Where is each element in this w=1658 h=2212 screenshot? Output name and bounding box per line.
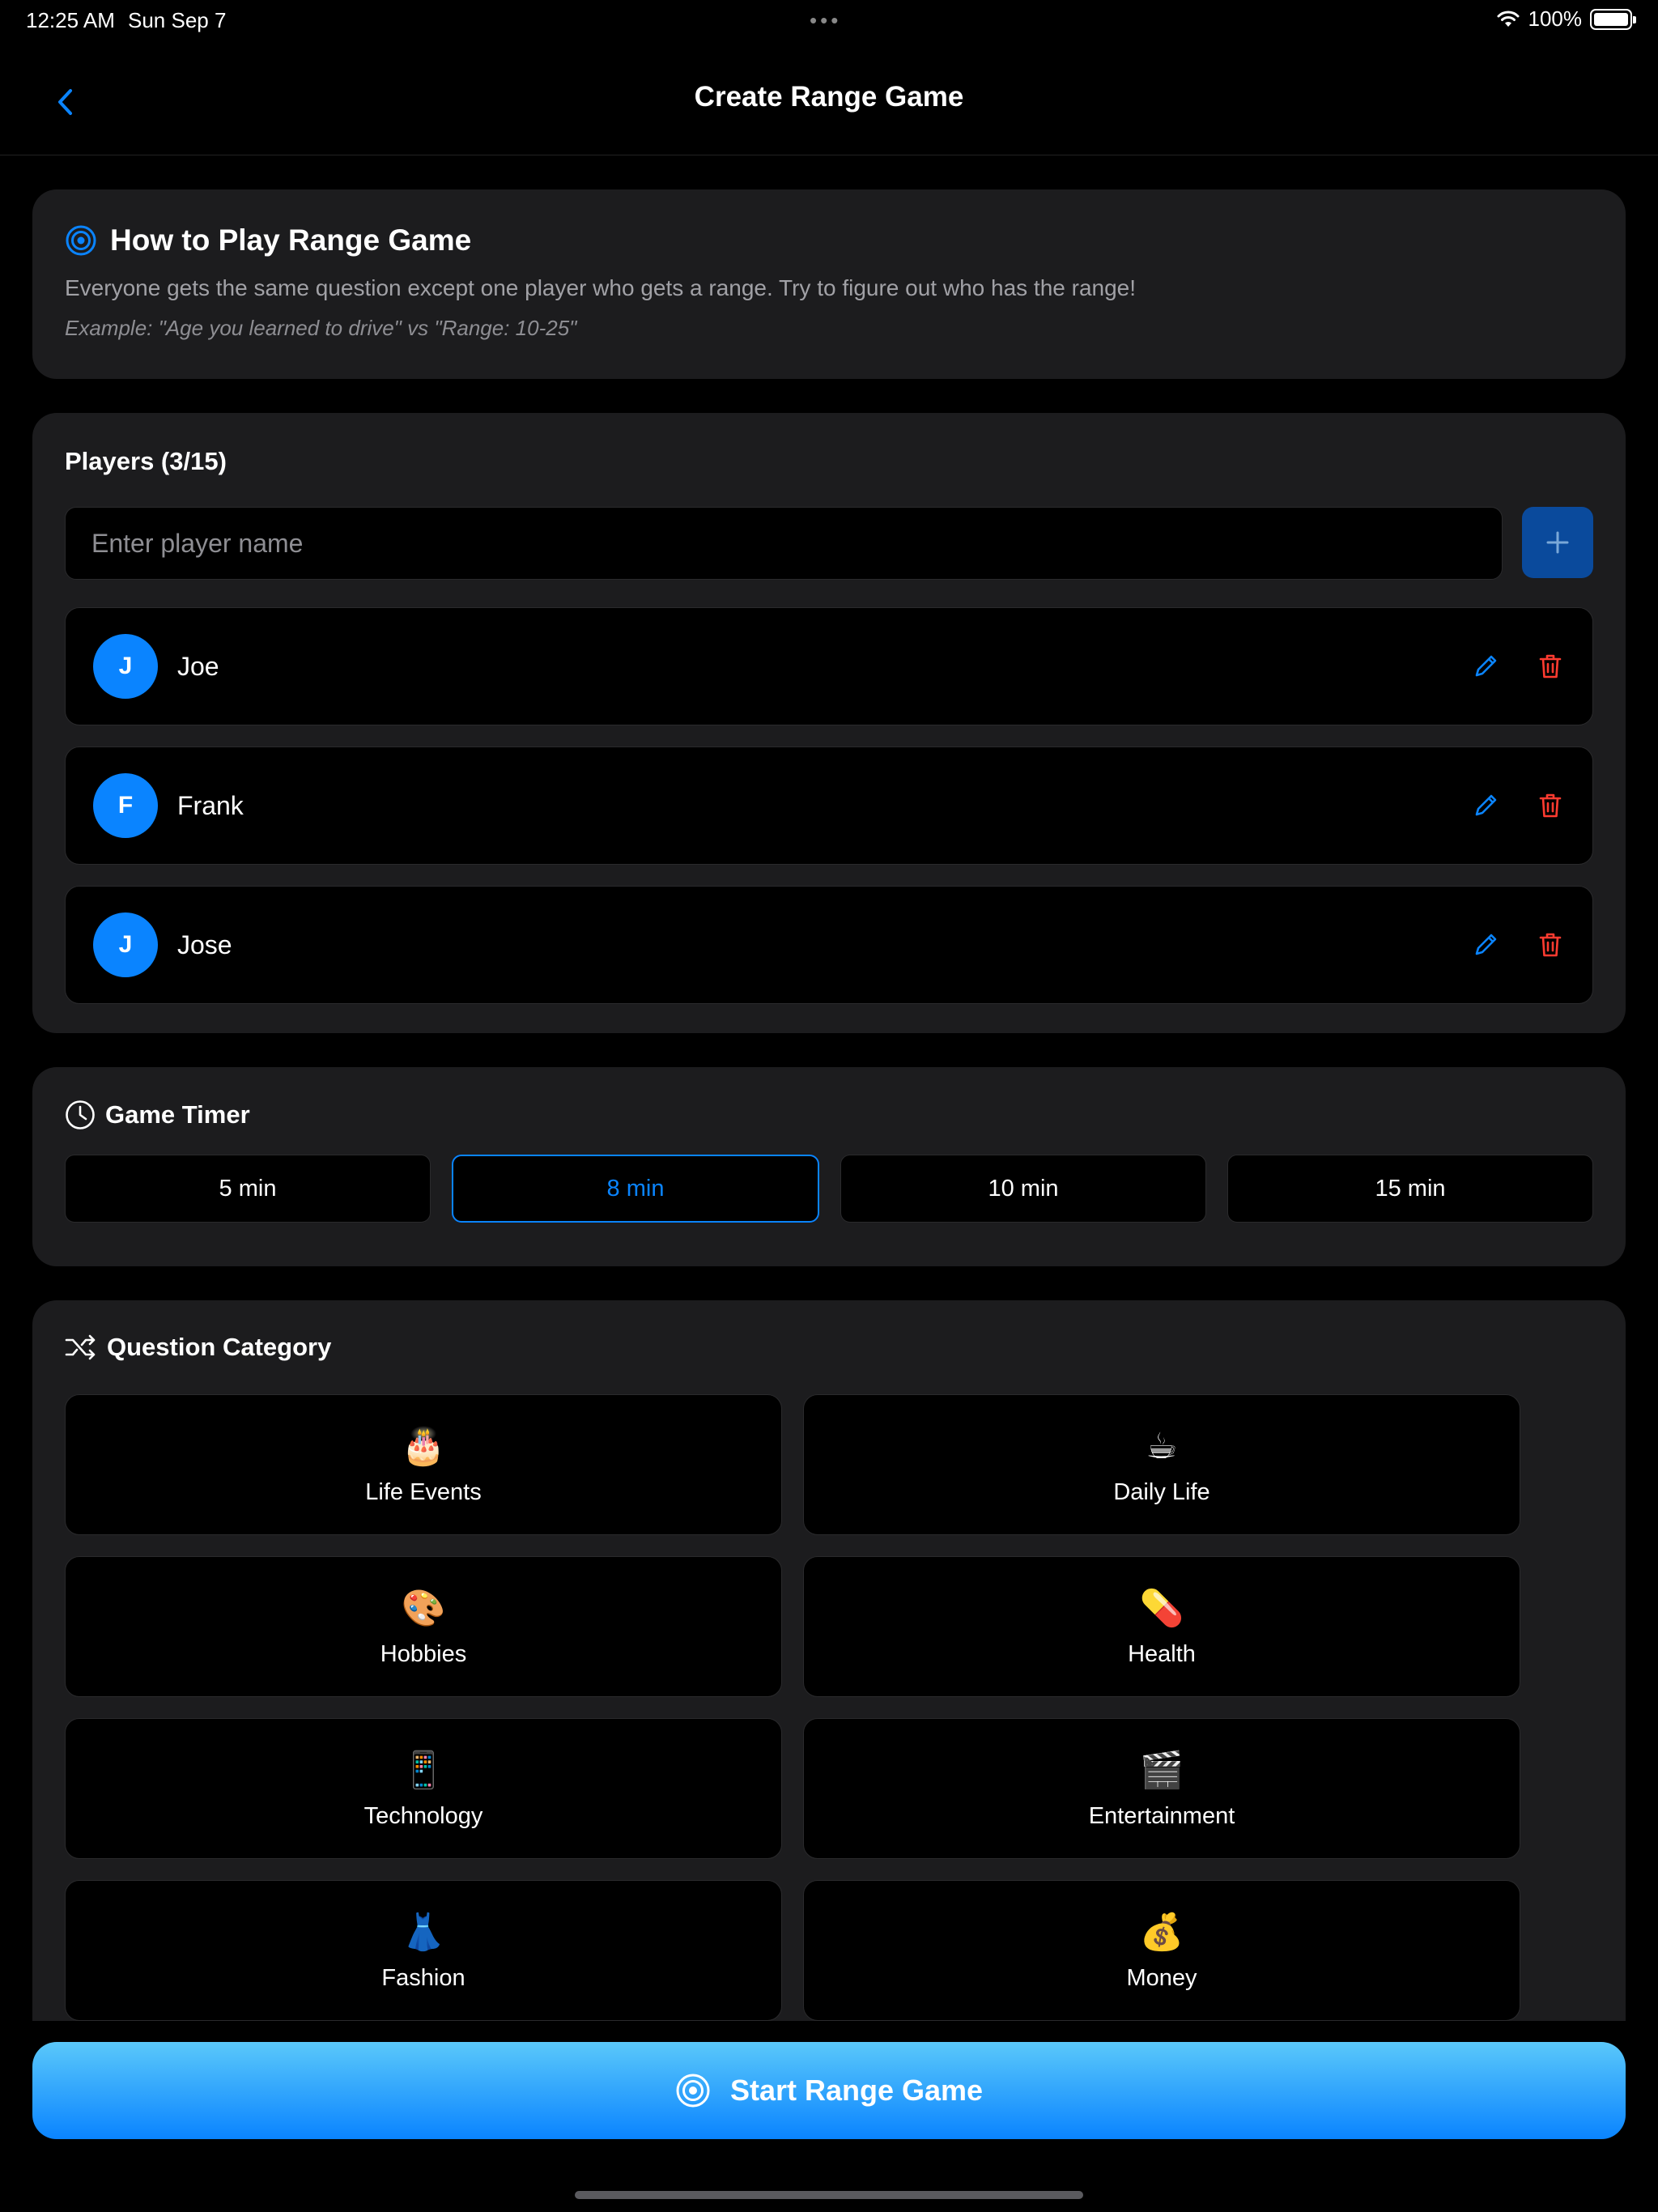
delete-player-button[interactable] [1536,652,1565,681]
how-to-title: How to Play Range Game [110,223,472,257]
page-title: Create Range Game [694,81,964,113]
how-to-example: Example: "Age you learned to drive" vs "… [65,316,577,340]
how-to-card: How to Play Range Game Everyone gets the… [32,189,1626,379]
category-label: Technology [363,1802,483,1829]
status-date: Sun Sep 7 [128,8,227,32]
avatar: F [93,773,158,838]
pencil-icon [1475,934,1497,955]
category-label: Hobbies [380,1640,467,1667]
category-label: Money [1126,1964,1197,1991]
category-card: Question Category 🎂 Life Events ☕ Daily … [32,1300,1626,2021]
category-label: Life Events [365,1478,482,1505]
pill-icon: 💊 [1139,1588,1184,1628]
player-name: Jose [177,929,232,959]
timer-option-15[interactable]: 15 min [1227,1155,1593,1223]
how-to-description: Everyone gets the same question except o… [65,275,1137,300]
player-name: Joe [177,651,219,681]
category-hobbies[interactable]: 🎨 Hobbies [65,1556,782,1697]
screen: 12:25 AM Sun Sep 7 ••• 100% Create Range… [0,0,1658,2212]
status-right: 100% [1496,6,1636,32]
cake-icon: 🎂 [401,1426,446,1466]
battery-percent: 100% [1528,6,1583,31]
dress-icon: 👗 [401,1912,446,1952]
target-icon [66,225,96,256]
coffee-icon: ☕ [1146,1426,1178,1466]
home-indicator[interactable] [575,2191,1083,2199]
clapperboard-icon: 🎬 [1139,1750,1184,1790]
avatar: J [93,634,158,699]
player-row: J Joe [65,607,1593,725]
wifi-icon [1497,11,1519,27]
timer-option-10[interactable]: 10 min [840,1155,1206,1223]
player-name-input[interactable] [65,507,1503,580]
category-label: Fashion [381,1964,466,1991]
player-actions [1471,652,1565,681]
category-daily-life[interactable]: ☕ Daily Life [803,1394,1520,1535]
avatar: J [93,912,158,977]
start-game-label: Start Range Game [729,2074,984,2107]
clock-icon [66,1100,95,1129]
target-icon [676,2074,710,2108]
category-technology[interactable]: 📱 Technology [65,1718,782,1859]
status-bar: 12:25 AM Sun Sep 7 ••• 100% [0,0,1658,39]
trash-icon [1539,654,1562,678]
players-title: Players (3/15) [65,447,227,475]
category-title: Question Category [107,1333,332,1361]
category-label: Daily Life [1113,1478,1210,1505]
category-money[interactable]: 💰 Money [803,1880,1520,2021]
player-actions [1471,791,1565,820]
category-health[interactable]: 💊 Health [803,1556,1520,1697]
player-name: Frank [177,790,244,820]
start-game-button[interactable]: Start Range Game [32,2042,1626,2139]
trash-icon [1539,933,1562,957]
category-fashion[interactable]: 👗 Fashion [65,1880,782,2021]
category-label: Health [1128,1640,1196,1667]
shuffle-icon [65,1334,96,1360]
plus-icon [1546,531,1569,554]
player-row: J Jose [65,886,1593,1004]
timer-header: Game Timer [65,1100,1593,1130]
pencil-icon [1475,655,1497,677]
timer-title: Game Timer [105,1100,250,1129]
timer-option-5[interactable]: 5 min [65,1155,431,1223]
category-entertainment[interactable]: 🎬 Entertainment [803,1718,1520,1859]
category-life-events[interactable]: 🎂 Life Events [65,1394,782,1535]
timer-card: Game Timer 5 min 8 min 10 min 15 min [32,1067,1626,1266]
how-to-header: How to Play Range Game [65,223,1593,257]
player-row: F Frank [65,747,1593,865]
add-player-row [65,507,1593,580]
content: How to Play Range Game Everyone gets the… [32,189,1626,2021]
edit-player-button[interactable] [1471,930,1500,959]
multitasking-dots-icon[interactable]: ••• [810,8,841,33]
timer-options: 5 min 8 min 10 min 15 min [65,1155,1593,1223]
phone-icon: 📱 [401,1750,446,1790]
player-actions [1471,930,1565,959]
category-header: Question Category [65,1333,1593,1362]
edit-player-button[interactable] [1471,652,1500,681]
players-card: Players (3/15) J Joe [32,413,1626,1033]
money-bag-icon: 💰 [1139,1912,1184,1952]
battery-icon [1590,8,1636,30]
edit-player-button[interactable] [1471,791,1500,820]
delete-player-button[interactable] [1536,791,1565,820]
delete-player-button[interactable] [1536,930,1565,959]
timer-option-8[interactable]: 8 min [452,1155,819,1223]
add-player-button[interactable] [1522,507,1593,578]
navigation-bar: Create Range Game [0,49,1658,155]
pencil-icon [1475,794,1497,816]
trash-icon [1539,793,1562,818]
category-grid: 🎂 Life Events ☕ Daily Life 🎨 Hobbies 💊 H… [65,1394,1593,2021]
palette-icon: 🎨 [401,1588,446,1628]
status-time: 12:25 AM [26,8,115,32]
category-label: Entertainment [1088,1802,1235,1829]
